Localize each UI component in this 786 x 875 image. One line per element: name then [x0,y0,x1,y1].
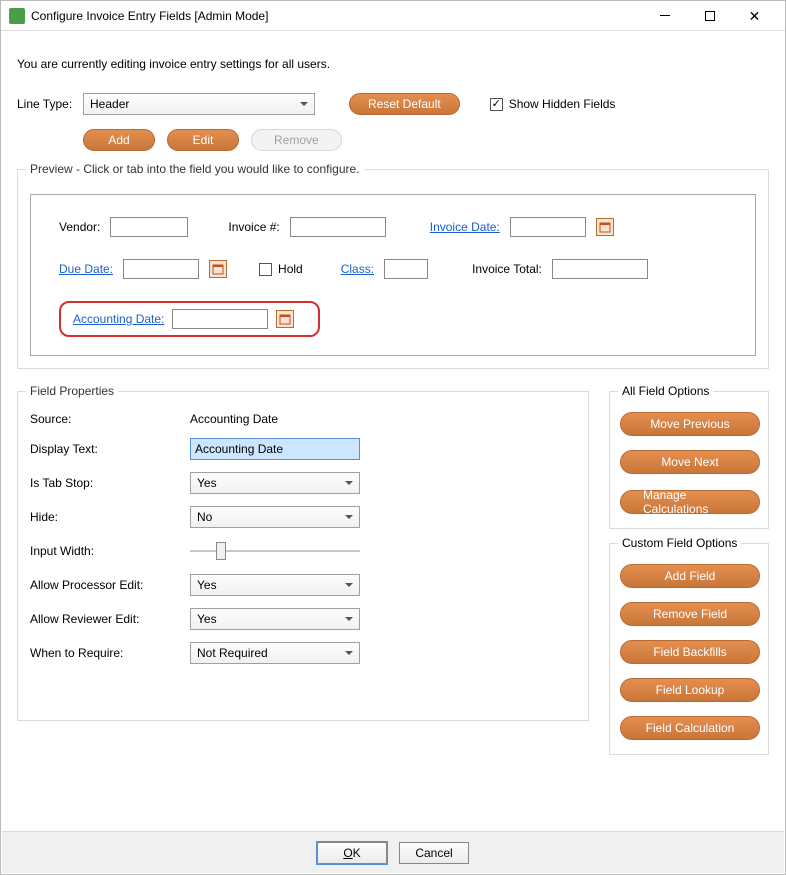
hide-select[interactable]: No [190,506,360,528]
allow-processor-label: Allow Processor Edit: [30,578,190,592]
source-value: Accounting Date [190,412,390,426]
when-require-select[interactable]: Not Required [190,642,360,664]
window-title: Configure Invoice Entry Fields [Admin Mo… [31,9,642,23]
invoice-date-label[interactable]: Invoice Date: [430,220,500,234]
hold-checkbox[interactable]: Hold [259,262,303,276]
field-calculation-button[interactable]: Field Calculation [620,716,760,740]
show-hidden-fields-label: Show Hidden Fields [509,97,616,111]
edit-button[interactable]: Edit [167,129,239,151]
line-type-select[interactable]: Header [83,93,315,115]
minimize-button[interactable] [642,1,687,31]
invoice-total-input[interactable] [552,259,648,279]
move-previous-button[interactable]: Move Previous [620,412,760,436]
app-icon [9,8,25,24]
ok-button[interactable]: OK [317,842,387,864]
input-width-label: Input Width: [30,544,190,558]
add-field-button[interactable]: Add Field [620,564,760,588]
checkbox-icon [490,98,503,111]
checkbox-icon [259,263,272,276]
allow-processor-select[interactable]: Yes [190,574,360,596]
line-type-label: Line Type: [17,97,73,111]
due-date-input[interactable] [123,259,199,279]
hide-label: Hide: [30,510,190,524]
cancel-button[interactable]: Cancel [399,842,469,864]
vendor-label: Vendor: [59,220,100,234]
due-date-calendar-icon[interactable] [209,260,227,278]
show-hidden-fields-checkbox[interactable]: Show Hidden Fields [490,97,616,111]
preview-legend: Preview - Click or tab into the field yo… [26,162,364,176]
allow-reviewer-label: Allow Reviewer Edit: [30,612,190,626]
accounting-date-input[interactable] [172,309,268,329]
display-text-label: Display Text: [30,442,190,456]
invoice-date-input[interactable] [510,217,586,237]
manage-calculations-button[interactable]: Manage Calculations [620,490,760,514]
close-button[interactable]: ✕ [732,1,777,31]
invoice-num-label: Invoice #: [228,220,279,234]
when-require-label: When to Require: [30,646,190,660]
field-properties-group: Field Properties Source: Accounting Date… [17,391,589,721]
all-field-options-legend: All Field Options [618,384,713,398]
field-lookup-button[interactable]: Field Lookup [620,678,760,702]
invoice-total-label: Invoice Total: [472,262,542,276]
due-date-label[interactable]: Due Date: [59,262,113,276]
invoice-date-calendar-icon[interactable] [596,218,614,236]
move-next-button[interactable]: Move Next [620,450,760,474]
hold-label: Hold [278,262,303,276]
remove-field-button[interactable]: Remove Field [620,602,760,626]
titlebar: Configure Invoice Entry Fields [Admin Mo… [1,1,785,31]
field-backfills-button[interactable]: Field Backfills [620,640,760,664]
display-text-input[interactable] [190,438,360,460]
allow-reviewer-select[interactable]: Yes [190,608,360,630]
footer-bar: OK Cancel [2,831,784,873]
accounting-date-label[interactable]: Accounting Date: [73,312,164,326]
class-label[interactable]: Class: [341,262,374,276]
field-properties-legend: Field Properties [26,384,118,398]
accounting-date-selected: Accounting Date: [59,301,320,337]
class-input[interactable] [384,259,428,279]
accounting-date-calendar-icon[interactable] [276,310,294,328]
source-label: Source: [30,412,190,426]
vendor-input[interactable] [110,217,188,237]
preview-group: Preview - Click or tab into the field yo… [17,169,769,369]
is-tab-stop-select[interactable]: Yes [190,472,360,494]
maximize-button[interactable] [687,1,732,31]
reset-default-button[interactable]: Reset Default [349,93,460,115]
custom-field-options-legend: Custom Field Options [618,536,741,550]
is-tab-stop-label: Is Tab Stop: [30,476,190,490]
intro-text: You are currently editing invoice entry … [17,57,769,71]
input-width-slider[interactable] [190,540,360,562]
remove-button: Remove [251,129,342,151]
all-field-options-group: All Field Options Move Previous Move Nex… [609,391,769,529]
preview-box: Vendor: Invoice #: Invoice Date: Due Dat… [30,194,756,356]
invoice-num-input[interactable] [290,217,386,237]
line-type-value: Header [90,97,129,111]
custom-field-options-group: Custom Field Options Add Field Remove Fi… [609,543,769,755]
add-button[interactable]: Add [83,129,155,151]
